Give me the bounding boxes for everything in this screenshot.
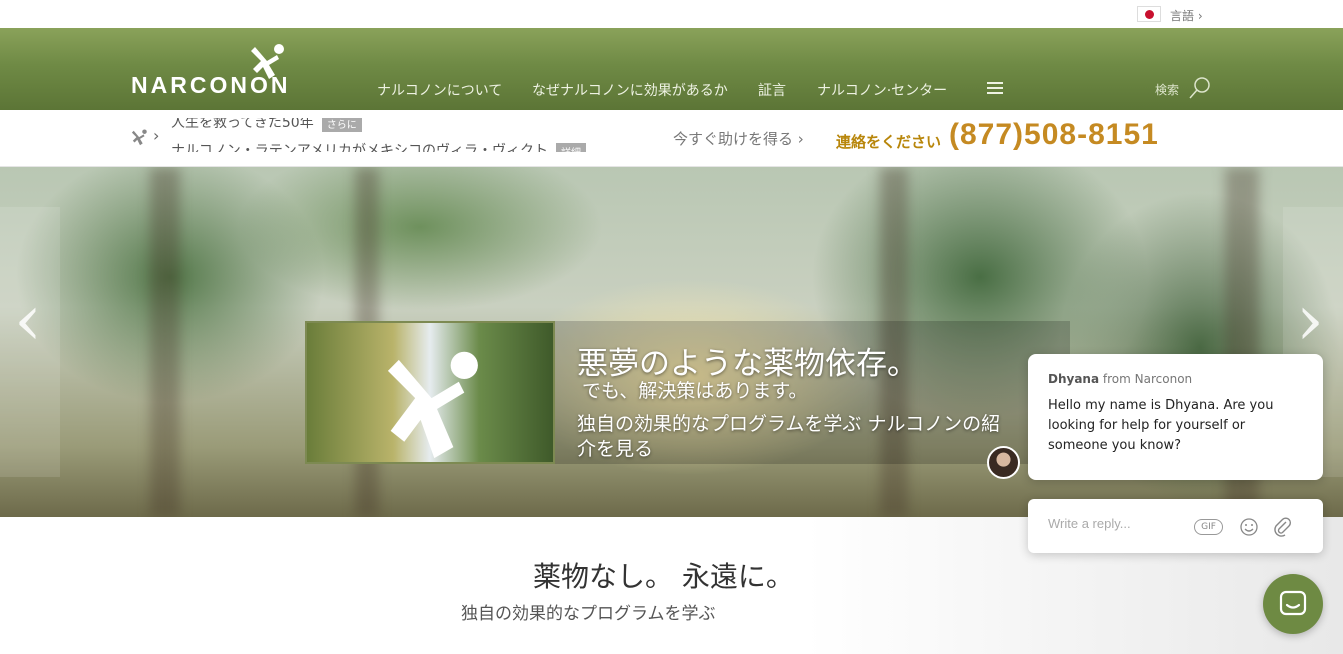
chat-reply-box: GIF: [1028, 499, 1323, 553]
nav-about[interactable]: ナルコノンについて: [377, 80, 502, 100]
search-label[interactable]: 検索: [1155, 81, 1179, 98]
chat-message-text: Hello my name is Dhyana. Are you looking…: [1048, 398, 1274, 453]
language-selector[interactable]: 言語 ›: [1170, 7, 1203, 24]
hero-video-link[interactable]: 独自の効果的なプログラムを学ぶ ナルコノンの紹介を見る: [577, 412, 1017, 462]
language-bar: 言語 ›: [0, 0, 1343, 28]
runner-emblem-icon: [387, 351, 478, 459]
phone-number[interactable]: (877)508-8151: [949, 118, 1159, 152]
news-ticker[interactable]: 人生を救ってきた50年 さらに ナルコノン・ラテンアメリカがメキシコのヴィラ・ヴィ…: [171, 118, 656, 152]
nav-testimonials[interactable]: 証言: [758, 80, 786, 100]
news-item[interactable]: ナルコノン・ラテンアメリカがメキシコのヴィラ・ヴィクト詳細: [171, 140, 587, 152]
chat-launcher-button[interactable]: [1263, 574, 1323, 634]
news-item[interactable]: 人生を救ってきた50年 さらに: [171, 118, 362, 132]
japan-flag-icon[interactable]: [1137, 6, 1161, 22]
next-arrow-icon[interactable]: ›: [1296, 279, 1324, 361]
prev-arrow-icon[interactable]: ‹: [14, 279, 42, 361]
hamburger-menu-icon[interactable]: [987, 82, 1003, 97]
attach-icon[interactable]: [1272, 516, 1292, 538]
gif-button[interactable]: GIF: [1194, 519, 1223, 535]
contact-label: 連絡をください: [836, 133, 942, 151]
emoji-icon[interactable]: [1239, 517, 1259, 537]
search-icon[interactable]: [1188, 76, 1212, 100]
chat-icon: [1279, 590, 1307, 616]
nav-centers[interactable]: ナルコノン·センター: [817, 80, 947, 100]
chat-sender: Dhyana from Narconon: [1048, 372, 1193, 386]
video-thumbnail[interactable]: [305, 321, 555, 464]
runner-logo-icon: [251, 44, 284, 79]
nav-why-it-works[interactable]: なぜナルコノンに効果があるか: [532, 80, 728, 100]
site-header: NARCONON ナルコノンについて なぜナルコノンに効果があるか 証言 ナルコ…: [0, 28, 1343, 110]
tagline-sub[interactable]: 独自の効果的なプログラムを学ぶ: [461, 599, 716, 624]
chevron-right-icon[interactable]: ›: [153, 126, 159, 145]
news-contact-strip: › 人生を救ってきた50年 さらに ナルコノン・ラテンアメリカがメキシコのヴィラ・…: [0, 110, 1343, 167]
runner-small-icon: [131, 129, 147, 146]
tagline: 薬物なし。 永遠に。: [533, 560, 794, 593]
agent-avatar: [987, 446, 1020, 479]
hero-subtitle: でも、解決策はあります。: [582, 380, 808, 402]
get-help-link[interactable]: 今すぐ助けを得る ›: [673, 128, 804, 149]
narconon-logo[interactable]: NARCONON: [131, 43, 331, 99]
chat-reply-input[interactable]: [1048, 516, 1198, 531]
chat-message-bubble[interactable]: Dhyana from Narconon Hello my name is Dh…: [1028, 354, 1323, 480]
